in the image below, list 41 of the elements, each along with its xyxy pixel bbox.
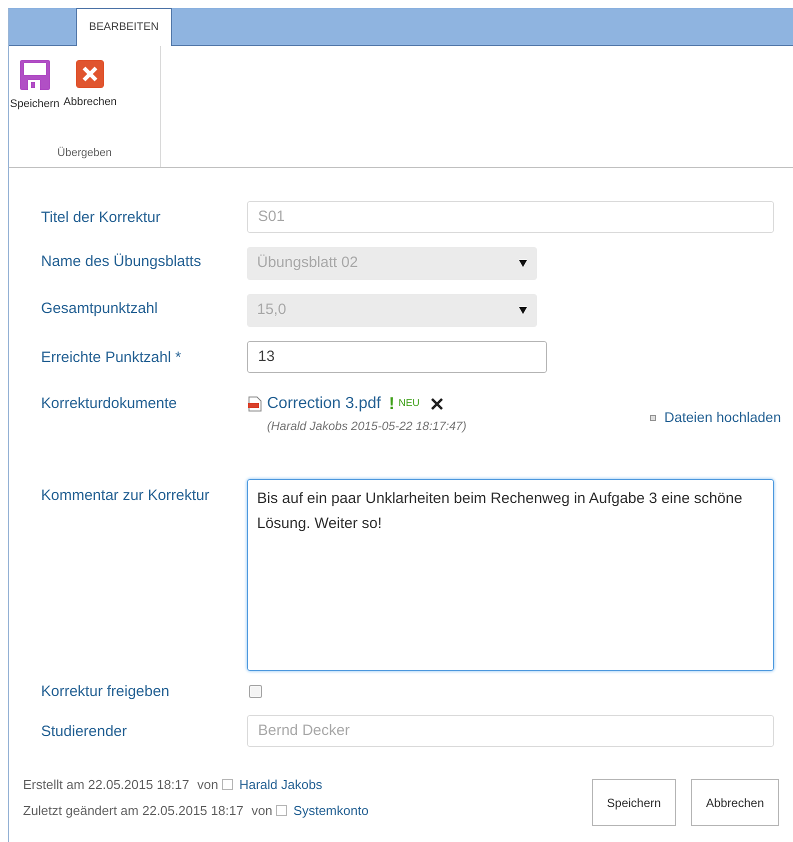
dropdown-icon (519, 307, 527, 314)
file-link[interactable]: Correction 3.pdf (267, 392, 381, 416)
text-field: S01 (247, 201, 774, 233)
comment-field[interactable]: Bis auf ein paar Unklarheiten beim Rechenweg in Aufgabe 3 eine schöne Lösung. Weiter so! (247, 478, 774, 670)
new-mark-icon: ! (388, 391, 395, 416)
close-icon (76, 60, 104, 88)
field-label: Korrekturdokumente (41, 394, 178, 414)
user-link[interactable]: Harald Jakobs (239, 775, 322, 794)
new-label: NEU (398, 397, 420, 412)
presence-icon (276, 804, 288, 816)
save-button[interactable]: Speichern (9, 60, 61, 112)
upload-link[interactable]: Dateien hochladen (664, 407, 781, 428)
ribbon-tab[interactable]: BEARBEITEN (76, 8, 172, 46)
checkbox[interactable] (249, 684, 262, 698)
field-label: Studierender (41, 722, 128, 742)
presence-icon (222, 779, 234, 790)
user-link[interactable]: Systemkonto (293, 800, 369, 820)
pdf-file-icon (247, 396, 263, 412)
form-button[interactable]: Speichern (592, 779, 676, 826)
field-label: Erreichte Punktzahl * (41, 348, 182, 368)
metadata-text: von (197, 776, 218, 794)
metadata-text: von (251, 802, 272, 820)
metadata-text: Erstellt am 22.05.2015 18:17 (23, 776, 190, 794)
select-value: Übungsblatt 02 (257, 253, 358, 274)
field-label: Gesamtpunktzahl (41, 299, 159, 319)
field-label: Kommentar zur Korrektur (41, 486, 210, 506)
cancel-button[interactable]: Abbrechen (62, 60, 118, 112)
text-field[interactable]: 13 (247, 341, 547, 373)
bullet-icon (650, 414, 656, 421)
save-icon (20, 60, 50, 90)
delete-icon[interactable] (430, 396, 444, 411)
field-label: Korrektur freigeben (41, 682, 170, 702)
text-field: Bernd Decker (247, 715, 774, 747)
file-meta: (Harald Jakobs 2015-05-22 18:17:47) (266, 418, 466, 434)
field-label: Titel der Korrektur (41, 208, 162, 228)
metadata-text: Zuletzt geändert am 22.05.2015 18:17 (23, 802, 244, 820)
group-label: Übergeben (56, 146, 113, 160)
dropdown-icon (519, 260, 527, 267)
field-label: Name des Übungsblatts (41, 252, 202, 272)
select-value: 15,0 (257, 300, 286, 320)
form-button[interactable]: Abbrechen (690, 779, 779, 826)
